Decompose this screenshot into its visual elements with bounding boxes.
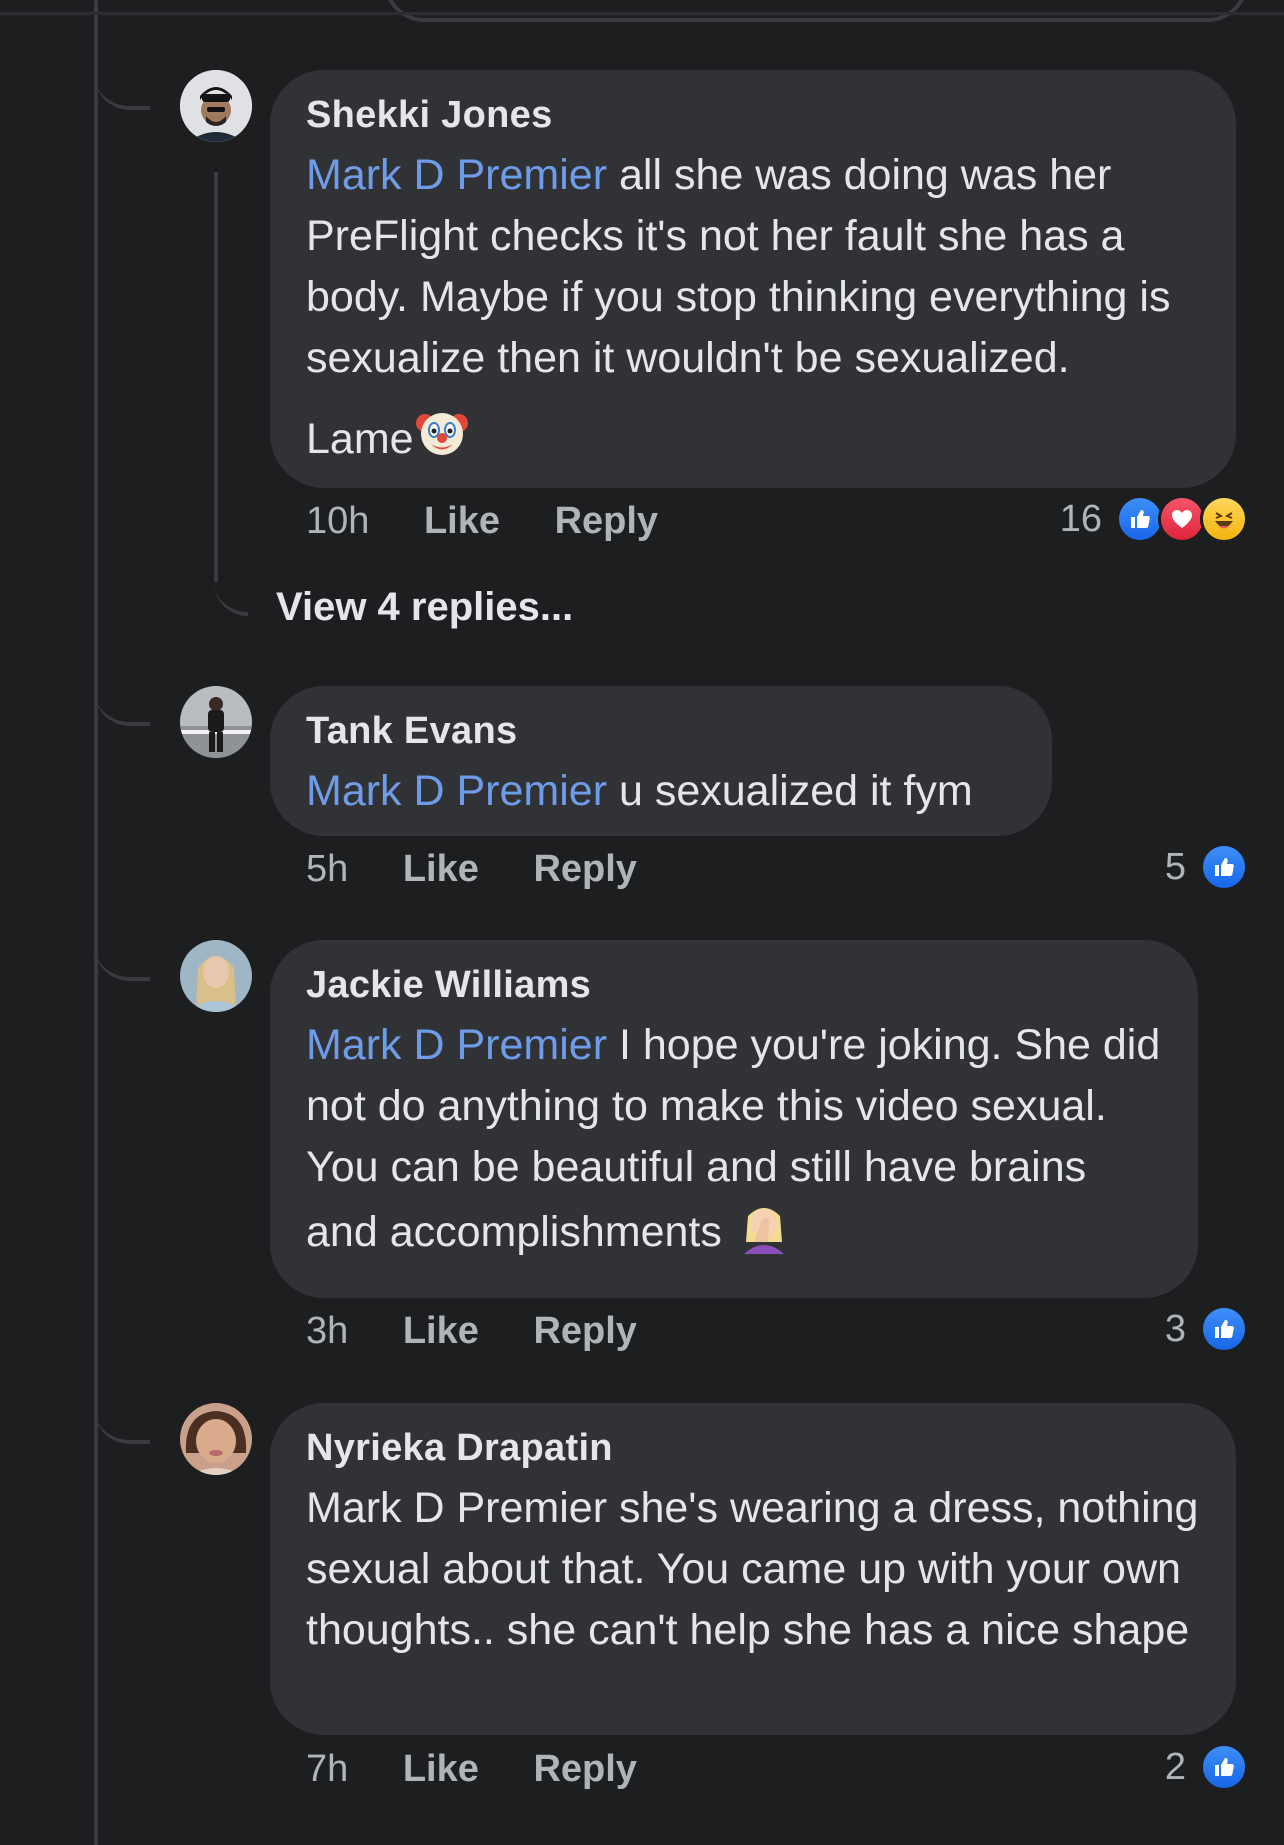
haha-reaction-icon — [1200, 495, 1248, 543]
view-replies-link[interactable]: View 4 replies... — [276, 585, 573, 630]
like-button[interactable]: Like — [424, 500, 500, 543]
like-button[interactable]: Like — [403, 1310, 479, 1353]
avatar-shekki-jones-image — [180, 70, 252, 142]
top-divider — [0, 12, 1284, 15]
comment-actions: 3h Like Reply — [306, 1310, 637, 1353]
avatar[interactable] — [180, 686, 252, 758]
comment-time[interactable]: 5h — [306, 848, 348, 891]
reaction-count: 5 — [1164, 845, 1186, 888]
comment-author[interactable]: Nyrieka Drapatin — [306, 1427, 1200, 1470]
reply-connector — [94, 660, 150, 726]
love-reaction-icon — [1158, 495, 1206, 543]
reaction-summary[interactable]: 2 — [1165, 1743, 1248, 1791]
like-reaction-icon — [1200, 1305, 1248, 1353]
comment-time[interactable]: 7h — [306, 1748, 348, 1791]
comment-actions: 10h Like Reply — [306, 500, 658, 543]
comment-bubble: Jackie Williams Mark D Premier I hope yo… — [270, 940, 1198, 1298]
reaction-summary[interactable]: 5 — [1165, 843, 1248, 891]
comment-bubble: Tank Evans Mark D Premier u sexualized i… — [270, 686, 1052, 836]
view-replies-connector — [214, 560, 248, 616]
like-reaction-icon — [1200, 843, 1248, 891]
reaction-summary[interactable]: 16 — [1060, 495, 1248, 543]
reply-button[interactable]: Reply — [533, 1310, 636, 1353]
reaction-count: 2 — [1164, 1745, 1186, 1788]
comment-extra-text: Lame — [306, 414, 414, 463]
mention-link[interactable]: Mark D Premier — [306, 767, 607, 815]
reaction-count: 16 — [1059, 497, 1102, 540]
avatar[interactable] — [180, 70, 252, 142]
comment-time[interactable]: 10h — [306, 500, 369, 543]
comment-actions: 5h Like Reply — [306, 848, 637, 891]
reply-button[interactable]: Reply — [555, 500, 658, 543]
comment-body: u sexualized it fym — [607, 767, 973, 815]
like-button[interactable]: Like — [403, 1748, 479, 1791]
reply-button[interactable]: Reply — [533, 848, 636, 891]
comment-time[interactable]: 3h — [306, 1310, 348, 1353]
comment-text: Mark D Premier u sexualized it fym — [306, 761, 1016, 822]
comment-actions: 7h Like Reply — [306, 1748, 637, 1791]
mention-link[interactable]: Mark D Premier — [306, 1021, 607, 1069]
comment-author[interactable]: Jackie Williams — [306, 964, 1162, 1007]
comment-author[interactable]: Shekki Jones — [306, 94, 1200, 137]
reaction-count: 3 — [1164, 1307, 1186, 1350]
reply-connector — [94, 40, 150, 110]
woman-facepalming-icon — [736, 1198, 792, 1271]
reply-button[interactable]: Reply — [533, 1748, 636, 1791]
avatar[interactable] — [180, 940, 252, 1012]
avatar-jackie-williams-image — [180, 940, 252, 1012]
reply-connector — [94, 1378, 150, 1444]
reply-thread-line — [214, 172, 218, 582]
comment-author[interactable]: Tank Evans — [306, 710, 1016, 753]
reaction-summary[interactable]: 3 — [1165, 1305, 1248, 1353]
previous-comment-edge — [384, 0, 1248, 22]
comment-bubble: Shekki Jones Mark D Premier all she was … — [270, 70, 1236, 488]
reply-connector — [94, 915, 150, 981]
avatar-nyrieka-drapatin-image — [180, 1403, 252, 1475]
comment-text: Mark D Premier she's wearing a dress, no… — [306, 1484, 1199, 1654]
mention-link[interactable]: Mark D Premier — [306, 151, 607, 199]
like-reaction-icon — [1200, 1743, 1248, 1791]
comment-extra-line: Lame — [306, 405, 1200, 478]
avatar-tank-evans-image — [180, 686, 252, 758]
comment-bubble: Nyrieka Drapatin Mark D Premier she's we… — [270, 1403, 1236, 1735]
like-reaction-icon — [1116, 495, 1164, 543]
clown-face-icon — [414, 405, 470, 478]
comment-text: Mark D Premier I hope you're joking. She… — [306, 1015, 1162, 1271]
avatar[interactable] — [180, 1403, 252, 1475]
comment-text: Mark D Premier all she was doing was her… — [306, 145, 1200, 389]
like-button[interactable]: Like — [403, 848, 479, 891]
